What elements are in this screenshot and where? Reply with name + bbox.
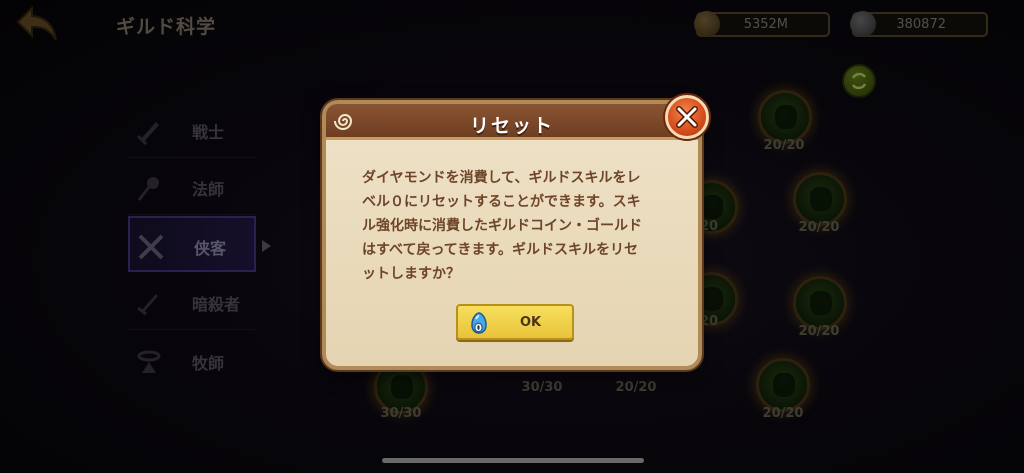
close-button[interactable] (665, 95, 709, 139)
dialog-title: リセット (469, 115, 554, 137)
dialog-message: ダイヤモンドを消費して、ギルドスキルをレ ベル０にリセットすることができます。ス… (362, 170, 642, 282)
home-indicator (382, 458, 644, 463)
ok-button[interactable]: 0 OK (456, 304, 574, 340)
close-icon (676, 106, 698, 128)
dialog-header: リセット (326, 104, 698, 140)
ok-label: OK (520, 315, 542, 330)
reset-dialog: リセット ダイヤモンドを消費して、ギルドスキルをレ ベル０にリセットすることがで… (322, 95, 709, 370)
diamond-cost: 0 (475, 323, 482, 334)
